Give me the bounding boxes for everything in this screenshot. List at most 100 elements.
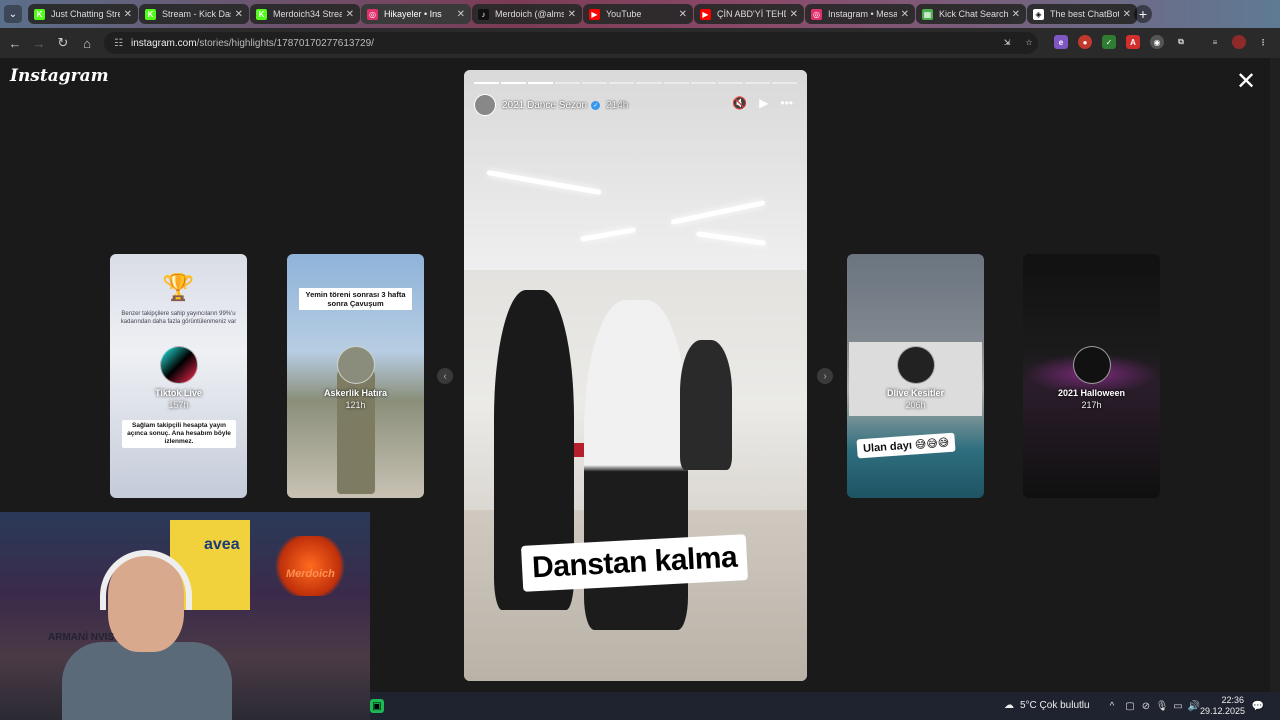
more-options-icon[interactable]: ••• bbox=[780, 96, 793, 110]
tab-close-icon[interactable]: ✕ bbox=[1012, 9, 1020, 20]
extension-icon[interactable]: ● bbox=[1078, 35, 1092, 49]
story-username[interactable]: 2021 Dance Sezon bbox=[502, 100, 587, 111]
tab-title: Merdoich (@alms bbox=[495, 9, 564, 19]
install-icon[interactable]: ⇲ bbox=[1000, 35, 1014, 49]
shield-extension-icon[interactable]: ✓ bbox=[1102, 35, 1116, 49]
highlight-title: Tiktok Live bbox=[155, 388, 202, 398]
neon-sign bbox=[270, 536, 350, 596]
notifications-icon[interactable]: 💬 bbox=[1252, 700, 1264, 712]
highlight-avatar bbox=[336, 346, 375, 384]
browser-tab[interactable]: K Merdoich34 Strea ✕ bbox=[250, 4, 360, 24]
browser-tab[interactable]: ◎ Instagram • Mesa ✕ bbox=[805, 4, 915, 24]
browser-tab[interactable]: ▶ ÇİN ABD'Yİ TEHD ✕ bbox=[694, 4, 804, 24]
reading-list-icon[interactable]: ≡ bbox=[1208, 35, 1222, 49]
tray-chevron-icon[interactable]: ^ bbox=[1106, 700, 1118, 712]
play-icon[interactable]: ▶ bbox=[759, 96, 768, 110]
tab-close-icon[interactable]: ✕ bbox=[568, 9, 576, 20]
more-menu-icon[interactable]: ⋮ bbox=[1256, 35, 1270, 49]
highlight-avatar bbox=[159, 346, 198, 384]
previous-story-icon[interactable]: ‹ bbox=[437, 368, 453, 384]
card-caption: Sağlam takipçili hesapta yayın açınca so… bbox=[122, 420, 236, 448]
browser-tab[interactable]: ◎ Hikayeler • Ins ✕ bbox=[361, 4, 471, 24]
back-icon[interactable]: ← bbox=[6, 34, 24, 52]
card-caption: Yemin töreni sonrası 3 hafta sonra Çavuş… bbox=[299, 288, 412, 310]
progress-segment bbox=[501, 82, 527, 84]
tab-title: YouTube bbox=[606, 9, 642, 19]
address-bar[interactable]: ☷ instagram.com/stories/highlights/17870… bbox=[104, 32, 1038, 54]
card-text: Benzer takipçilere sahip yayıncıların 99… bbox=[120, 311, 237, 325]
bookmark-star-icon[interactable]: ☆ bbox=[1022, 35, 1036, 49]
tray-icon[interactable]: ▢ bbox=[1124, 700, 1136, 712]
tab-favicon-icon: ◈ bbox=[1033, 8, 1044, 20]
new-tab-button[interactable]: + bbox=[1134, 5, 1152, 23]
tab-close-icon[interactable]: ✕ bbox=[901, 9, 909, 20]
weather-text: 5°C Çok bulutlu bbox=[1020, 700, 1090, 711]
browser-tab[interactable]: ◈ The best ChatBot ✕ bbox=[1027, 4, 1137, 24]
browser-tab[interactable]: ▦ Kick Chat Search ✕ bbox=[916, 4, 1026, 24]
highlight-card-dlive-kesitler[interactable]: Ulan dayı 😅😅😅 Dlive Kesitler 206h bbox=[847, 254, 984, 498]
highlight-time: 121h bbox=[345, 400, 366, 410]
volume-icon[interactable]: 🔊 bbox=[1188, 700, 1200, 712]
hoodie-text: ARMANİ NVIS bbox=[48, 632, 115, 643]
next-story-icon[interactable]: › bbox=[817, 368, 833, 384]
home-icon[interactable]: ⌂ bbox=[78, 34, 96, 52]
tab-strip: ⌄ K Just Chatting Stre ✕ K Stream - Kick Das… bbox=[0, 0, 1280, 28]
scrollbar[interactable] bbox=[1270, 58, 1280, 692]
tab-search-icon[interactable]: ⌄ bbox=[4, 5, 22, 23]
clock[interactable]: 22:36 29.12.2025 bbox=[1200, 695, 1245, 717]
progress-segment bbox=[528, 82, 554, 84]
site-info-icon[interactable]: ☷ bbox=[114, 38, 123, 49]
tray-icon[interactable]: ⊘ bbox=[1140, 700, 1152, 712]
extension-icon[interactable]: e bbox=[1054, 35, 1068, 49]
browser-tab[interactable]: K Just Chatting Stre ✕ bbox=[28, 4, 138, 24]
progress-segment bbox=[717, 82, 743, 84]
browser-tab[interactable]: ♪ Merdoich (@alms ✕ bbox=[472, 4, 582, 24]
progress-segment bbox=[771, 82, 797, 84]
tab-title: Instagram • Mesa bbox=[828, 9, 897, 19]
tab-favicon-icon: ▶ bbox=[589, 8, 600, 20]
tab-title: Merdoich34 Strea bbox=[273, 9, 342, 19]
reload-icon[interactable]: ↻ bbox=[54, 34, 72, 52]
progress-segment bbox=[690, 82, 716, 84]
mute-icon[interactable]: 🔇 bbox=[732, 96, 747, 110]
tab-title: Stream - Kick Das bbox=[162, 9, 231, 19]
tab-close-icon[interactable]: ✕ bbox=[346, 9, 354, 20]
tab-close-icon[interactable]: ✕ bbox=[1123, 9, 1131, 20]
story-progress-bar bbox=[474, 82, 797, 84]
tab-title: Just Chatting Stre bbox=[51, 9, 120, 19]
headset-icon bbox=[100, 550, 192, 610]
taskbar-app-icon[interactable]: ▣ bbox=[370, 699, 384, 713]
highlight-card-tiktok-live[interactable]: 🏆 Benzer takipçilere sahip yayıncıların … bbox=[110, 254, 247, 498]
highlight-time: 206h bbox=[905, 400, 926, 410]
active-story[interactable]: 2021 Dance Sezon ✓ 214h 🔇 ▶ ••• Danstan … bbox=[464, 70, 807, 681]
weather-widget[interactable]: ☁ 5°C Çok bulutlu bbox=[1004, 700, 1090, 711]
profile-avatar[interactable] bbox=[1232, 35, 1246, 49]
close-icon[interactable]: ✕ bbox=[1234, 70, 1258, 94]
story-avatar[interactable] bbox=[474, 94, 496, 116]
tab-close-icon[interactable]: ✕ bbox=[235, 9, 243, 20]
extension-icon[interactable]: ◉ bbox=[1150, 35, 1164, 49]
highlight-title: 2021 Halloween bbox=[1057, 388, 1126, 398]
progress-segment bbox=[609, 82, 635, 84]
network-icon[interactable]: ▭ bbox=[1172, 700, 1184, 712]
tab-title: Kick Chat Search bbox=[939, 9, 1008, 19]
adblock-extension-icon[interactable]: A bbox=[1126, 35, 1140, 49]
browser-tab[interactable]: ▶ YouTube ✕ bbox=[583, 4, 693, 24]
tab-close-icon[interactable]: ✕ bbox=[124, 9, 132, 20]
dancer-background bbox=[680, 340, 732, 470]
microphone-icon[interactable]: 🎙 bbox=[1156, 700, 1169, 712]
highlight-card-2021-halloween[interactable]: 2021 Halloween 217h bbox=[1023, 254, 1160, 498]
highlight-card-askerlik-hatira[interactable]: Yemin töreni sonrası 3 hafta sonra Çavuş… bbox=[287, 254, 424, 498]
tab-close-icon[interactable]: ✕ bbox=[790, 9, 798, 20]
extensions-puzzle-icon[interactable]: ⧉ bbox=[1174, 35, 1188, 49]
tab-close-icon[interactable]: ✕ bbox=[457, 9, 465, 20]
streamer-hoodie bbox=[62, 642, 232, 720]
tab-favicon-icon: K bbox=[145, 8, 156, 20]
url-host: instagram.com bbox=[130, 37, 197, 49]
tab-favicon-icon: ▦ bbox=[922, 8, 933, 20]
instagram-logo[interactable]: Instagram bbox=[10, 66, 109, 86]
browser-tab[interactable]: K Stream - Kick Das ✕ bbox=[139, 4, 249, 24]
forward-icon[interactable]: → bbox=[30, 34, 48, 52]
tab-title: ÇİN ABD'Yİ TEHD bbox=[717, 9, 786, 19]
tab-close-icon[interactable]: ✕ bbox=[679, 9, 687, 20]
